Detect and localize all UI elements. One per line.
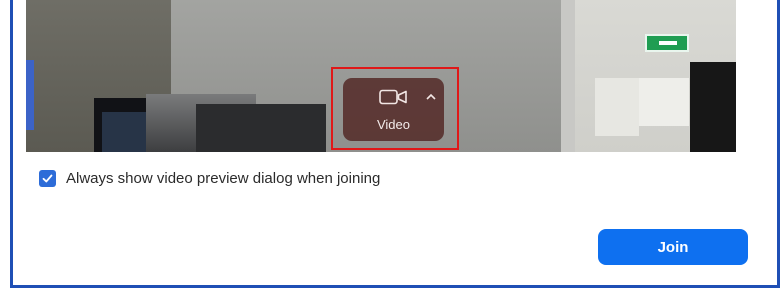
checkmark-icon bbox=[42, 174, 53, 183]
preview-dark-object bbox=[690, 62, 736, 152]
preview-exit-sign bbox=[645, 34, 689, 52]
preview-chart-paper bbox=[639, 78, 689, 126]
always-show-preview-label[interactable]: Always show video preview dialog when jo… bbox=[66, 170, 380, 188]
preview-door-frame bbox=[561, 0, 575, 152]
chevron-up-icon bbox=[426, 93, 436, 100]
join-button[interactable]: Join bbox=[598, 229, 748, 265]
video-button-label: Video bbox=[376, 117, 410, 132]
preview-poster bbox=[26, 60, 34, 130]
preview-box-dark bbox=[196, 104, 326, 152]
video-options-button[interactable] bbox=[422, 88, 440, 104]
preview-paper bbox=[595, 78, 639, 136]
video-camera-icon[interactable] bbox=[379, 89, 409, 105]
always-show-preview-checkbox[interactable] bbox=[39, 170, 56, 187]
